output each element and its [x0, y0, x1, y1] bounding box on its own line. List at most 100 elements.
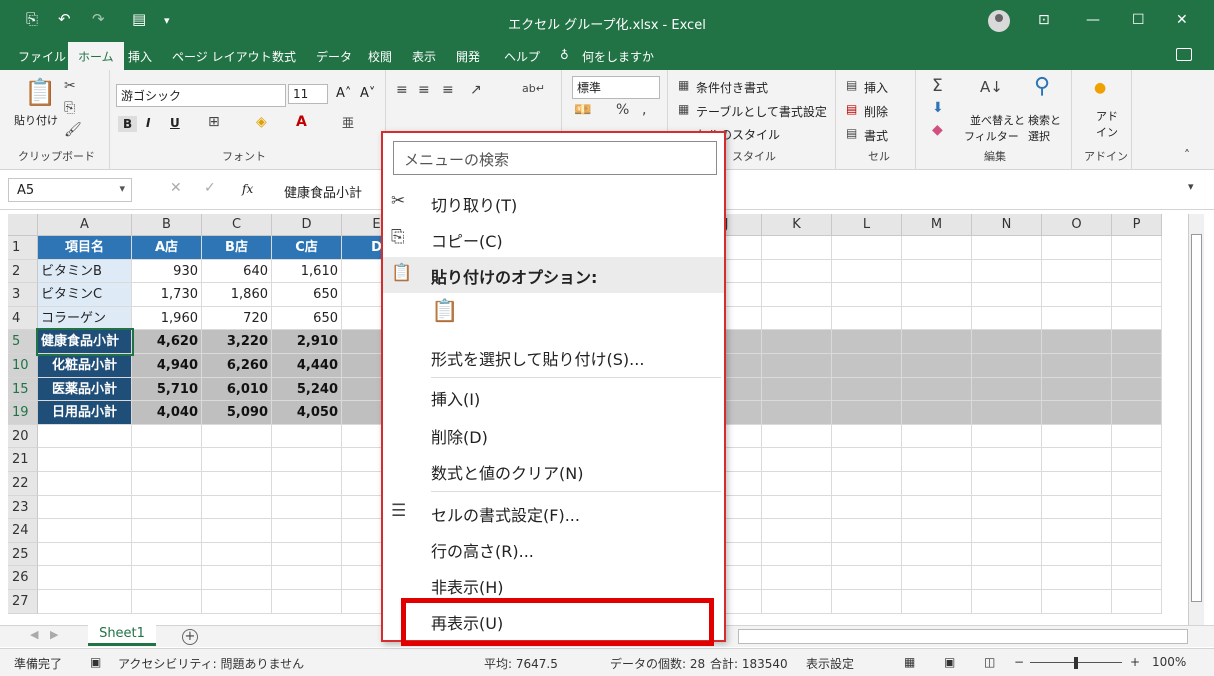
- column-header-l[interactable]: L: [832, 214, 902, 236]
- cell-m19[interactable]: [902, 401, 972, 425]
- prev-sheet-icon[interactable]: ◀: [30, 628, 38, 641]
- menu-item-4[interactable]: 📋: [383, 295, 724, 331]
- status-sum[interactable]: 合計: 183540: [710, 655, 788, 672]
- cell-c27[interactable]: [202, 590, 272, 614]
- tell-me-search[interactable]: 何をしますか: [582, 48, 654, 65]
- tab-formulas[interactable]: 数式: [272, 48, 296, 65]
- cell-p20[interactable]: [1112, 424, 1162, 449]
- cell-k1[interactable]: [762, 236, 832, 260]
- cell-m20[interactable]: [902, 424, 972, 449]
- cell-k3[interactable]: [762, 283, 832, 307]
- menu-item-6[interactable]: 挿入(I): [383, 379, 724, 415]
- cell-m27[interactable]: [902, 590, 972, 614]
- cell-b27[interactable]: [132, 590, 202, 614]
- row-header-27[interactable]: 27: [8, 590, 38, 614]
- row-header-2[interactable]: 2: [8, 259, 38, 284]
- tab-view[interactable]: 表示: [412, 48, 436, 65]
- zoom-in-icon[interactable]: +: [1130, 655, 1140, 669]
- cell-n3[interactable]: [972, 283, 1042, 307]
- underline-button[interactable]: U: [170, 116, 180, 130]
- row-header-19[interactable]: 19: [8, 401, 38, 425]
- status-count[interactable]: データの個数: 28: [610, 655, 705, 672]
- insert-function-button[interactable]: fx: [242, 182, 253, 196]
- sheet-tab-sheet1[interactable]: Sheet1: [88, 625, 156, 646]
- cell-o2[interactable]: [1042, 259, 1112, 284]
- cell-o3[interactable]: [1042, 283, 1112, 307]
- column-header-c[interactable]: C: [202, 214, 272, 236]
- cell-m4[interactable]: [902, 306, 972, 331]
- font-name-select[interactable]: 游ゴシック: [116, 84, 286, 107]
- menu-item-5[interactable]: 形式を選択して貼り付け(S)...: [383, 339, 724, 375]
- cell-l27[interactable]: [832, 590, 902, 614]
- cell-d22[interactable]: [272, 472, 342, 496]
- maximize-icon[interactable]: ☐: [1132, 12, 1145, 28]
- zoom-out-icon[interactable]: −: [1014, 655, 1024, 669]
- cell-o19[interactable]: [1042, 401, 1112, 425]
- clear-icon[interactable]: ◆: [932, 122, 943, 138]
- cell-a21[interactable]: [38, 448, 132, 472]
- cell-l23[interactable]: [832, 495, 902, 520]
- cell-k15[interactable]: [762, 377, 832, 402]
- cell-b25[interactable]: [132, 542, 202, 567]
- row-header-21[interactable]: 21: [8, 448, 38, 472]
- row-header-20[interactable]: 20: [8, 424, 38, 449]
- cell-c22[interactable]: [202, 472, 272, 496]
- cell-d25[interactable]: [272, 542, 342, 567]
- cell-d20[interactable]: [272, 424, 342, 449]
- ribbon-display-options-icon[interactable]: ⊡: [1038, 12, 1050, 28]
- orientation-icon[interactable]: ↗: [470, 82, 482, 98]
- cell-c23[interactable]: [202, 495, 272, 520]
- row-header-10[interactable]: 10: [8, 354, 38, 378]
- cell-k10[interactable]: [762, 354, 832, 378]
- cell-p21[interactable]: [1112, 448, 1162, 472]
- cell-k27[interactable]: [762, 590, 832, 614]
- cell-k23[interactable]: [762, 495, 832, 520]
- align-bottom-icon[interactable]: ≡: [442, 82, 454, 98]
- menu-item-7[interactable]: 削除(D): [383, 417, 724, 453]
- cell-l21[interactable]: [832, 448, 902, 472]
- cell-m10[interactable]: [902, 354, 972, 378]
- cell-b1[interactable]: A店: [132, 236, 202, 260]
- cell-a26[interactable]: [38, 566, 132, 590]
- cell-n15[interactable]: [972, 377, 1042, 402]
- enter-icon[interactable]: ✓: [204, 180, 216, 196]
- row-header-24[interactable]: 24: [8, 519, 38, 543]
- tab-help[interactable]: ヘルプ: [504, 48, 540, 65]
- tab-developer[interactable]: 開発: [456, 48, 480, 65]
- tab-file[interactable]: ファイル: [18, 48, 66, 65]
- autosum-icon[interactable]: Σ: [932, 76, 943, 96]
- column-header-o[interactable]: O: [1042, 214, 1112, 236]
- cell-a5[interactable]: 健康食品小計: [36, 328, 134, 356]
- cell-c4[interactable]: 720: [202, 306, 272, 331]
- cell-o20[interactable]: [1042, 424, 1112, 449]
- display-settings-button[interactable]: 表示設定: [806, 655, 854, 672]
- addin-line1[interactable]: アド: [1096, 108, 1118, 124]
- cell-n25[interactable]: [972, 542, 1042, 567]
- cell-o5[interactable]: [1042, 330, 1112, 354]
- menu-item-2[interactable]: ⎘ コピー(C): [383, 221, 724, 257]
- cell-n1[interactable]: [972, 236, 1042, 260]
- cell-l4[interactable]: [832, 306, 902, 331]
- zoom-level[interactable]: 100%: [1152, 655, 1186, 669]
- cell-p15[interactable]: [1112, 377, 1162, 402]
- cell-n20[interactable]: [972, 424, 1042, 449]
- menu-item-1[interactable]: ✂ 切り取り(T): [383, 185, 724, 221]
- align-middle-icon[interactable]: ≡: [418, 82, 430, 98]
- cell-k4[interactable]: [762, 306, 832, 331]
- addin-icon[interactable]: ●: [1094, 80, 1106, 96]
- cell-l24[interactable]: [832, 519, 902, 543]
- addin-line2[interactable]: イン: [1096, 124, 1118, 140]
- cell-a25[interactable]: [38, 542, 132, 567]
- wrap-text-icon[interactable]: ab↵: [522, 82, 545, 95]
- cell-b24[interactable]: [132, 519, 202, 543]
- cell-c21[interactable]: [202, 448, 272, 472]
- font-size-select[interactable]: 11: [288, 84, 328, 104]
- cell-b19[interactable]: 4,040: [132, 401, 202, 425]
- grow-font-icon[interactable]: A˄: [336, 86, 351, 101]
- cell-p23[interactable]: [1112, 495, 1162, 520]
- cell-n4[interactable]: [972, 306, 1042, 331]
- menu-search-input[interactable]: メニューの検索: [393, 141, 717, 175]
- cell-a1[interactable]: 項目名: [38, 236, 132, 260]
- cell-k2[interactable]: [762, 259, 832, 284]
- expand-formula-icon[interactable]: ▾: [1188, 180, 1194, 193]
